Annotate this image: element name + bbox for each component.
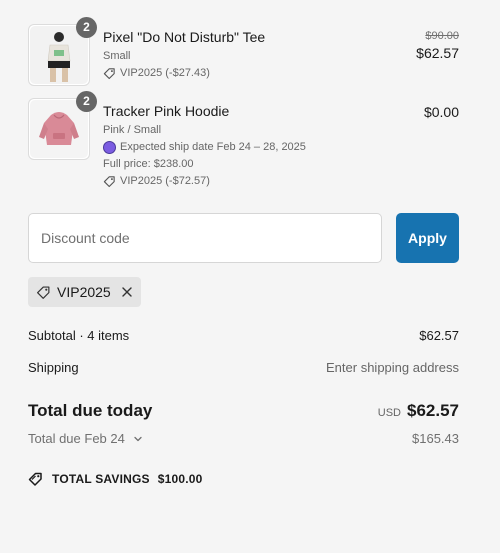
total-due-later-toggle[interactable]: Total due Feb 24: [28, 431, 143, 446]
product-variant: Small: [103, 50, 131, 62]
shipping-value: Enter shipping address: [326, 360, 459, 375]
total-due-today-amount: USD $62.57: [378, 401, 459, 421]
subtotal-label: Subtotal · 4 items: [28, 328, 130, 343]
ship-date-text: Expected ship date Feb 24 – 28, 2025: [120, 141, 306, 153]
total-due-today-row: Total due today USD $62.57: [28, 401, 459, 421]
total-savings-value: $100.00: [157, 472, 203, 486]
product-name: Tracker Pink Hoodie: [103, 103, 230, 119]
quantity-badge: 2: [76, 91, 97, 112]
total-savings-label: TOTAL SAVINGS: [52, 472, 150, 486]
full-price: Full price: $238.00: [103, 158, 194, 170]
currency-code: USD: [377, 407, 401, 419]
tag-icon: [37, 285, 50, 299]
applied-code: VIP2025: [57, 284, 111, 300]
total-due-today-label: Total due today: [28, 401, 153, 420]
chevron-down-icon: [134, 436, 142, 441]
item-price: $62.57: [416, 45, 459, 61]
discount-code-input[interactable]: [28, 213, 382, 263]
ship-date-note: Expected ship date Feb 24 – 28, 2025: [103, 139, 353, 156]
savings-tag-icon: [28, 472, 42, 486]
total-due-later-value: $165.43: [412, 431, 459, 446]
apply-button[interactable]: Apply: [396, 213, 459, 263]
applied-discount-chip: VIP2025: [28, 277, 141, 307]
ship-status-icon: [103, 141, 116, 154]
product-name: Pixel "Do Not Disturb" Tee: [103, 29, 266, 45]
original-price: $90.00: [425, 30, 459, 42]
shipping-row: Shipping Enter shipping address: [28, 360, 459, 375]
subtotal-row: Subtotal · 4 items $62.57: [28, 328, 459, 343]
discount-allocation: VIP2025 (-$27.43): [103, 65, 353, 82]
total-savings: TOTAL SAVINGS $100.00: [28, 471, 203, 487]
discount-text: VIP2025 (-$27.43): [120, 67, 210, 79]
total-due-today-value: $62.57: [407, 401, 459, 420]
total-due-later-row: Total due Feb 24 $165.43: [28, 431, 459, 446]
discount-text: VIP2025 (-$72.57): [120, 175, 210, 187]
subtotal-value: $62.57: [419, 328, 459, 343]
discount-allocation: VIP2025 (-$72.57): [103, 173, 353, 190]
shipping-label: Shipping: [28, 360, 79, 375]
quantity-badge: 2: [76, 17, 97, 38]
total-due-later-label: Total due Feb 24: [28, 431, 125, 446]
product-variant: Pink / Small: [103, 124, 162, 136]
tag-icon: [103, 176, 115, 188]
tag-icon: [103, 68, 115, 80]
remove-discount-icon[interactable]: [121, 286, 133, 298]
item-price: $0.00: [423, 104, 459, 120]
